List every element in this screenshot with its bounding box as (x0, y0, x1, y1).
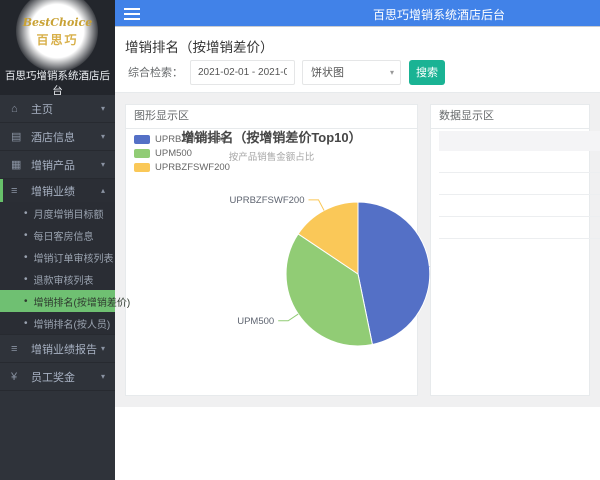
pie-label: UPRBZFSWF200 (230, 195, 305, 206)
product-icon: ▦ (11, 159, 22, 171)
pie-label-line (308, 199, 325, 211)
chevron-down-icon: ▾ (389, 67, 394, 77)
upsell-performance-submenu: • 月度增销目标额 • 每日客房信息 • 增销订单审核列表 • 退款审核列表 •… (0, 202, 130, 335)
chart-card: 图形显示区 UPRBZFHJF600 UPM500 UPRBZFSWF200 增… (125, 104, 527, 396)
performance-icon: ≡ (11, 184, 18, 197)
chart-type-value: 饼状图 (311, 67, 344, 79)
submenu-item-refund-review-list[interactable]: • 退款审核列表 (0, 268, 115, 290)
sidebar-item-label: 增销业绩报告 (31, 343, 97, 356)
topbar: 百思巧增销系统酒店后台 (115, 0, 600, 27)
submenu-item-order-review-list[interactable]: • 增销订单审核列表 (0, 246, 115, 268)
sidebar-item-upsell-products[interactable]: ▦ 增销产品 ▾ (0, 151, 115, 179)
bullet-icon: • (24, 295, 28, 307)
sidebar-item-home[interactable]: ⌂ 主页 ▾ (0, 95, 115, 123)
pie-slice-UPRBZFHJF600[interactable] (357, 201, 431, 346)
sidebar-item-label: 增销产品 (31, 159, 75, 172)
data-card: 数据显示区 (430, 104, 600, 396)
bullet-icon: • (24, 317, 28, 329)
hamburger-menu-icon[interactable] (124, 8, 140, 23)
bullet-icon: • (24, 207, 28, 219)
bullet-icon: • (24, 251, 28, 263)
date-range-input[interactable] (190, 59, 295, 85)
sidebar-item-label: 主页 (31, 103, 53, 116)
pie-label-line (278, 313, 299, 322)
sidebar-item-staff-bonus[interactable]: ¥ 员工奖金 ▾ (0, 363, 115, 391)
data-card-title: 数据显示区 (431, 105, 589, 129)
sidebar-item-upsell-performance[interactable]: ≡ 增销业绩 ▴ (0, 179, 115, 202)
sidebar-item-label: 员工奖金 (31, 371, 75, 384)
main-content: 百思巧增销系统酒店后台 增销排名（按增销差价） 综合检索： 饼状图 ▾ 搜索 图… (115, 0, 600, 480)
hotel-icon: ▤ (11, 131, 22, 143)
submenu-item-monthly-target[interactable]: • 月度增销目标额 (0, 202, 115, 224)
chevron-down-icon: ▾ (100, 372, 105, 381)
submenu-item-daily-room-info[interactable]: • 每日客房信息 (0, 224, 115, 246)
chart-card-title: 图形显示区 (126, 105, 417, 129)
logo-brand-text: BestChoice (22, 16, 93, 29)
sidebar-item-performance-report[interactable]: ≡ 增销业绩报告 ▾ (0, 335, 115, 363)
page-title: 增销排名（按增销差价） (125, 40, 274, 55)
table-row (439, 217, 600, 239)
chevron-down-icon: ▾ (100, 344, 105, 353)
logo-sub-text: 百思巧 (36, 33, 79, 47)
home-icon: ⌂ (11, 102, 18, 115)
chart-type-select[interactable]: 饼状图 ▾ (302, 59, 401, 85)
logo-caption: 百思巧增销系统酒店后台 (5, 70, 110, 95)
content-panel: 图形显示区 UPRBZFHJF600 UPM500 UPRBZFSWF200 增… (115, 92, 600, 407)
table-row (439, 151, 600, 173)
submenu-item-ranking-by-person[interactable]: • 增销排名(按人员) (0, 312, 115, 334)
sidebar-item-hotel-info[interactable]: ▤ 酒店信息 ▾ (0, 123, 115, 151)
bonus-icon: ¥ (11, 370, 18, 383)
table-row (439, 195, 600, 217)
search-label: 综合检索： (128, 67, 183, 79)
bullet-icon: • (24, 229, 28, 241)
logo: BestChoice 百思巧 百思巧增销系统酒店后台 (0, 0, 115, 95)
pie-label: UPM500 (237, 316, 274, 327)
table-row (439, 173, 600, 195)
sidebar-item-label: 增销业绩 (31, 185, 75, 198)
chevron-up-icon: ▴ (100, 186, 105, 195)
search-button[interactable]: 搜索 (409, 59, 445, 85)
chevron-down-icon: ▾ (100, 132, 105, 141)
submenu-item-ranking-by-price-diff[interactable]: • 增销排名(按增销差价) (0, 290, 130, 312)
app-title: 百思巧增销系统酒店后台 (373, 8, 506, 22)
chevron-down-icon: ▾ (100, 104, 105, 113)
bullet-icon: • (24, 273, 28, 285)
filter-bar: 综合检索： 饼状图 ▾ 搜索 (115, 52, 600, 92)
report-icon: ≡ (11, 342, 18, 355)
sidebar: BestChoice 百思巧 百思巧增销系统酒店后台 ⌂ 主页 ▾ ▤ 酒店信息… (0, 0, 130, 480)
table-header-row (439, 131, 600, 151)
chevron-down-icon: ▾ (100, 160, 105, 169)
sidebar-item-label: 酒店信息 (31, 131, 75, 144)
